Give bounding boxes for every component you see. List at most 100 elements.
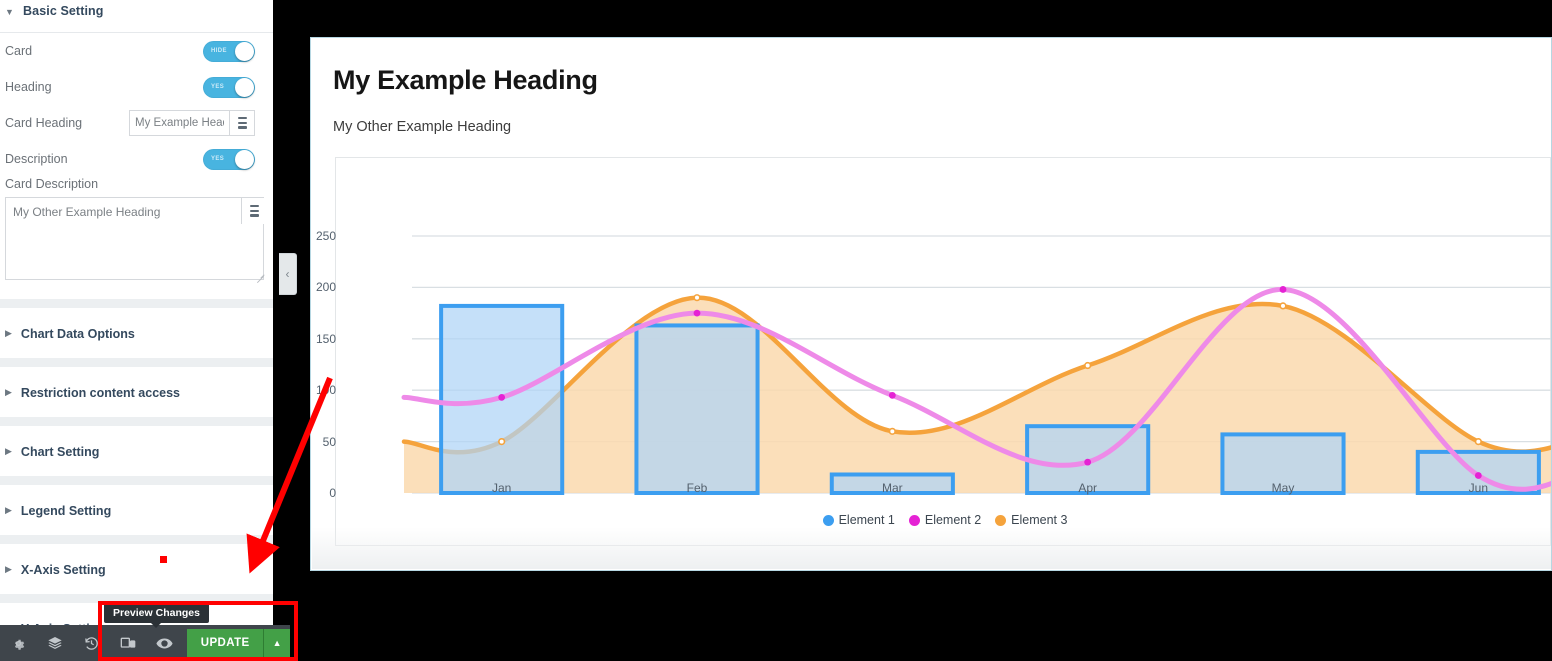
y-axis-tick-label: 0 [329,486,336,500]
legend-label: Element 1 [838,513,895,527]
x-axis-tick-label: Jan [491,481,512,495]
history-icon[interactable] [73,625,110,661]
preview-changes-tooltip: Preview Changes [104,603,209,623]
basic-setting-section-header[interactable]: ▼ Basic Setting [0,0,273,22]
page-title: My Example Heading [333,65,598,95]
sidebar-item-label: Chart Setting [20,444,100,459]
annotation-dot [160,556,167,563]
preview-canvas: My Example Heading My Other Example Head… [310,37,1552,571]
sidebar-item-label: Legend Setting [20,503,112,518]
x-axis-tick-label: May [1271,481,1295,495]
data-point-element-2 [1084,458,1092,466]
legend-item[interactable]: Element 1 [822,513,895,527]
data-point-element-3 [693,294,701,302]
card-heading-dynamic-button[interactable] [229,110,255,136]
card-description-textarea[interactable]: My Other Example Heading [5,197,264,280]
toggle-description-text: YES [211,156,225,162]
label-heading: Heading [5,80,52,94]
row-card: Card HIDE [0,33,273,69]
data-point-element-2 [498,393,506,401]
toggle-heading[interactable]: YES [203,76,255,98]
legend-item[interactable]: Element 3 [995,513,1067,527]
toggle-card[interactable]: HIDE [203,40,255,62]
chart-card: 0 50 100 150 200 250 Jan Feb Mar Apr May Jun Elemen… [316,157,1551,546]
x-axis-tick-label: Apr [1078,481,1097,495]
sidebar-item-chart-data-options[interactable]: ▶ Chart Data Options [0,308,273,358]
label-card-heading: Card Heading [5,116,83,130]
section-stripe [0,476,273,485]
toggle-heading-text: YES [211,84,225,90]
sidebar-item-legend-setting[interactable]: ▶ Legend Setting [0,485,273,535]
section-stripe [0,417,273,426]
data-point-element-3 [498,438,506,446]
app-root: ▼ Basic Setting Card HIDE Heading YES Ca… [0,0,1552,661]
area-fill-element-3 [404,297,1551,493]
page-subtitle: My Other Example Heading [333,119,512,135]
x-axis-tick-label: Mar [881,481,903,495]
card-heading-input[interactable] [129,110,229,136]
legend-label: Element 3 [1011,513,1068,527]
layers-icon[interactable] [37,625,74,661]
card-description-group: My Other Example Heading [5,197,268,285]
panel-collapse-handle[interactable]: ‹ [279,253,297,295]
sidebar-item-label: Restriction content access [20,385,181,400]
section-stripe [0,358,273,367]
basic-setting-title: Basic Setting [23,4,104,18]
section-stripe [0,594,273,603]
x-axis-tick-label: Feb [686,481,708,495]
x-axis-tick-label: Jun [1468,481,1489,495]
toggle-knob [235,77,254,97]
editor-bottom-bar: UPDATE ▲ [0,625,290,661]
sidebar-item-x-axis-setting[interactable]: ▶ X-Axis Setting [0,544,273,594]
y-axis-tick-label: 250 [315,229,336,243]
caret-right-icon: ▶ [5,446,12,456]
sidebar-item-label: Chart Data Options [20,326,135,341]
caret-down-icon: ▼ [5,6,15,17]
chart-svg [401,235,1551,496]
update-button[interactable]: UPDATE [187,629,264,657]
toggle-knob [235,149,254,169]
legend-color-dot [995,514,1007,526]
caret-right-icon: ▶ [5,564,12,574]
label-card: Card [5,44,33,58]
section-stripe [0,535,273,544]
data-point-element-2 [888,391,896,399]
sidebar-item-label: X-Axis Setting [20,562,106,577]
label-card-description: Card Description [5,177,99,191]
caret-right-icon: ▶ [5,387,12,397]
update-options-caret-icon[interactable]: ▲ [263,629,290,657]
settings-sidebar: ▼ Basic Setting Card HIDE Heading YES Ca… [0,0,273,661]
toggle-knob [235,41,254,61]
row-card-heading: Card Heading [0,105,273,141]
preview-eye-icon[interactable] [146,625,183,661]
chart-legend: Element 1 Element 2 Element 3 [336,513,1551,527]
data-point-element-2 [1279,286,1287,293]
row-heading: Heading YES [0,69,273,105]
database-icon [250,205,259,217]
card-heading-input-group [129,110,255,136]
chevron-left-icon: ‹ [285,267,290,281]
legend-color-dot [822,514,834,526]
sidebar-item-chart-setting[interactable]: ▶ Chart Setting [0,426,273,476]
caret-right-icon: ▶ [5,505,12,515]
responsive-mode-icon[interactable] [110,625,147,661]
y-axis-tick-label: 200 [315,280,336,295]
sidebar-item-restriction-content-access[interactable]: ▶ Restriction content access [0,367,273,417]
legend-item[interactable]: Element 2 [908,513,981,527]
settings-gear-icon[interactable] [0,625,37,661]
row-description: Description YES [0,141,273,177]
caret-right-icon: ▶ [5,328,12,338]
legend-color-dot [908,514,920,526]
section-stripe [0,299,273,308]
toggle-description[interactable]: YES [203,148,255,170]
data-point-element-3 [1084,361,1092,370]
card-description-dynamic-button[interactable] [241,198,267,224]
bar-element-1 [634,323,760,495]
canvas-fade [312,527,1551,569]
chart-plot: 0 50 100 150 200 250 Jan Feb Mar Apr May Jun [316,158,1551,545]
toggle-card-text: HIDE [211,48,227,54]
data-point-element-2 [693,309,701,317]
data-point-element-3 [888,427,896,435]
database-icon [237,117,247,129]
y-axis-tick-label: 50 [322,434,336,449]
